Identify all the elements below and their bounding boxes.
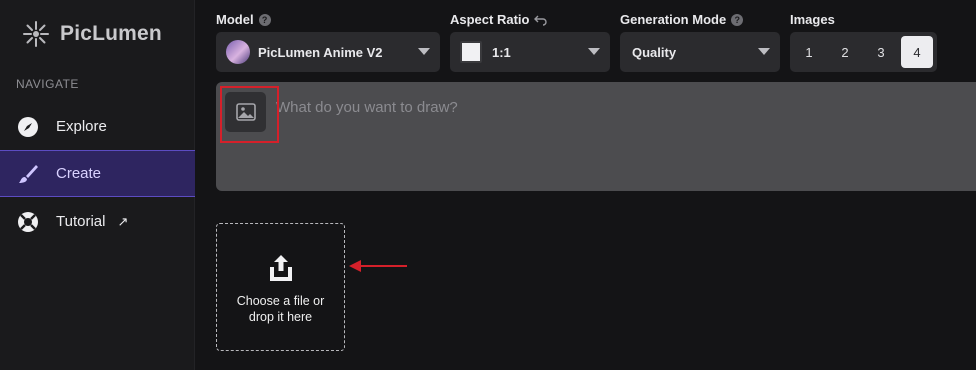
app-name: PicLumen [60,22,162,45]
model-select[interactable]: PicLumen Anime V2 [216,32,440,72]
generation-mode-label: Generation Mode ? [620,12,744,27]
chevron-down-icon [418,48,430,55]
generation-mode-select[interactable]: Quality [620,32,780,72]
sidebar: PicLumen NAVIGATE Explore Create Tutoria… [0,0,195,370]
images-label: Images [790,12,835,27]
help-icon[interactable]: ? [731,13,744,26]
model-label: Model ? [216,12,271,27]
aspect-ratio-value: 1:1 [492,44,511,60]
file-drop-zone[interactable]: Choose a file or drop it here [216,223,345,351]
generation-mode-label-text: Generation Mode [620,12,727,27]
images-option-2[interactable]: 2 [829,36,861,68]
generation-mode-value: Quality [632,44,677,60]
sparkle-logo-icon [23,21,49,47]
model-value: PicLumen Anime V2 [258,44,383,60]
aspect-ratio-select[interactable]: 1:1 [450,32,610,72]
sidebar-item-label: Tutorial [56,213,106,230]
sidebar-item-label: Create [56,165,102,182]
aspect-ratio-label: Aspect Ratio [450,12,548,27]
compass-icon [16,115,40,139]
aspect-ratio-label-text: Aspect Ratio [450,12,530,27]
chevron-down-icon [758,48,770,55]
prompt-input[interactable] [276,92,956,122]
model-label-text: Model [216,12,254,27]
images-count-selector: 1 2 3 4 [790,32,937,72]
images-option-3[interactable]: 3 [865,36,897,68]
images-label-text: Images [790,12,835,27]
upload-instructions: Choose a file or drop it here [236,294,325,324]
images-option-1[interactable]: 1 [793,36,825,68]
nav-heading: NAVIGATE [16,77,79,91]
lifebuoy-icon [16,210,40,234]
highlight-box [220,86,279,143]
images-option-4[interactable]: 4 [901,36,933,68]
red-arrow-icon [349,260,407,272]
sidebar-item-explore[interactable]: Explore [0,103,195,150]
sidebar-item-tutorial[interactable]: Tutorial ↗ [0,198,195,245]
model-avatar [226,40,250,64]
upload-icon [269,255,292,281]
prompt-area [216,82,976,191]
external-link-icon: ↗ [117,213,129,229]
brush-icon [16,162,40,186]
sidebar-item-label: Explore [56,118,107,135]
reset-icon[interactable] [534,14,548,26]
chevron-down-icon [588,48,600,55]
help-icon[interactable]: ? [258,13,271,26]
app-logo[interactable]: PicLumen [22,20,162,48]
sidebar-item-create[interactable]: Create [0,150,195,197]
square-ratio-icon [460,41,482,63]
